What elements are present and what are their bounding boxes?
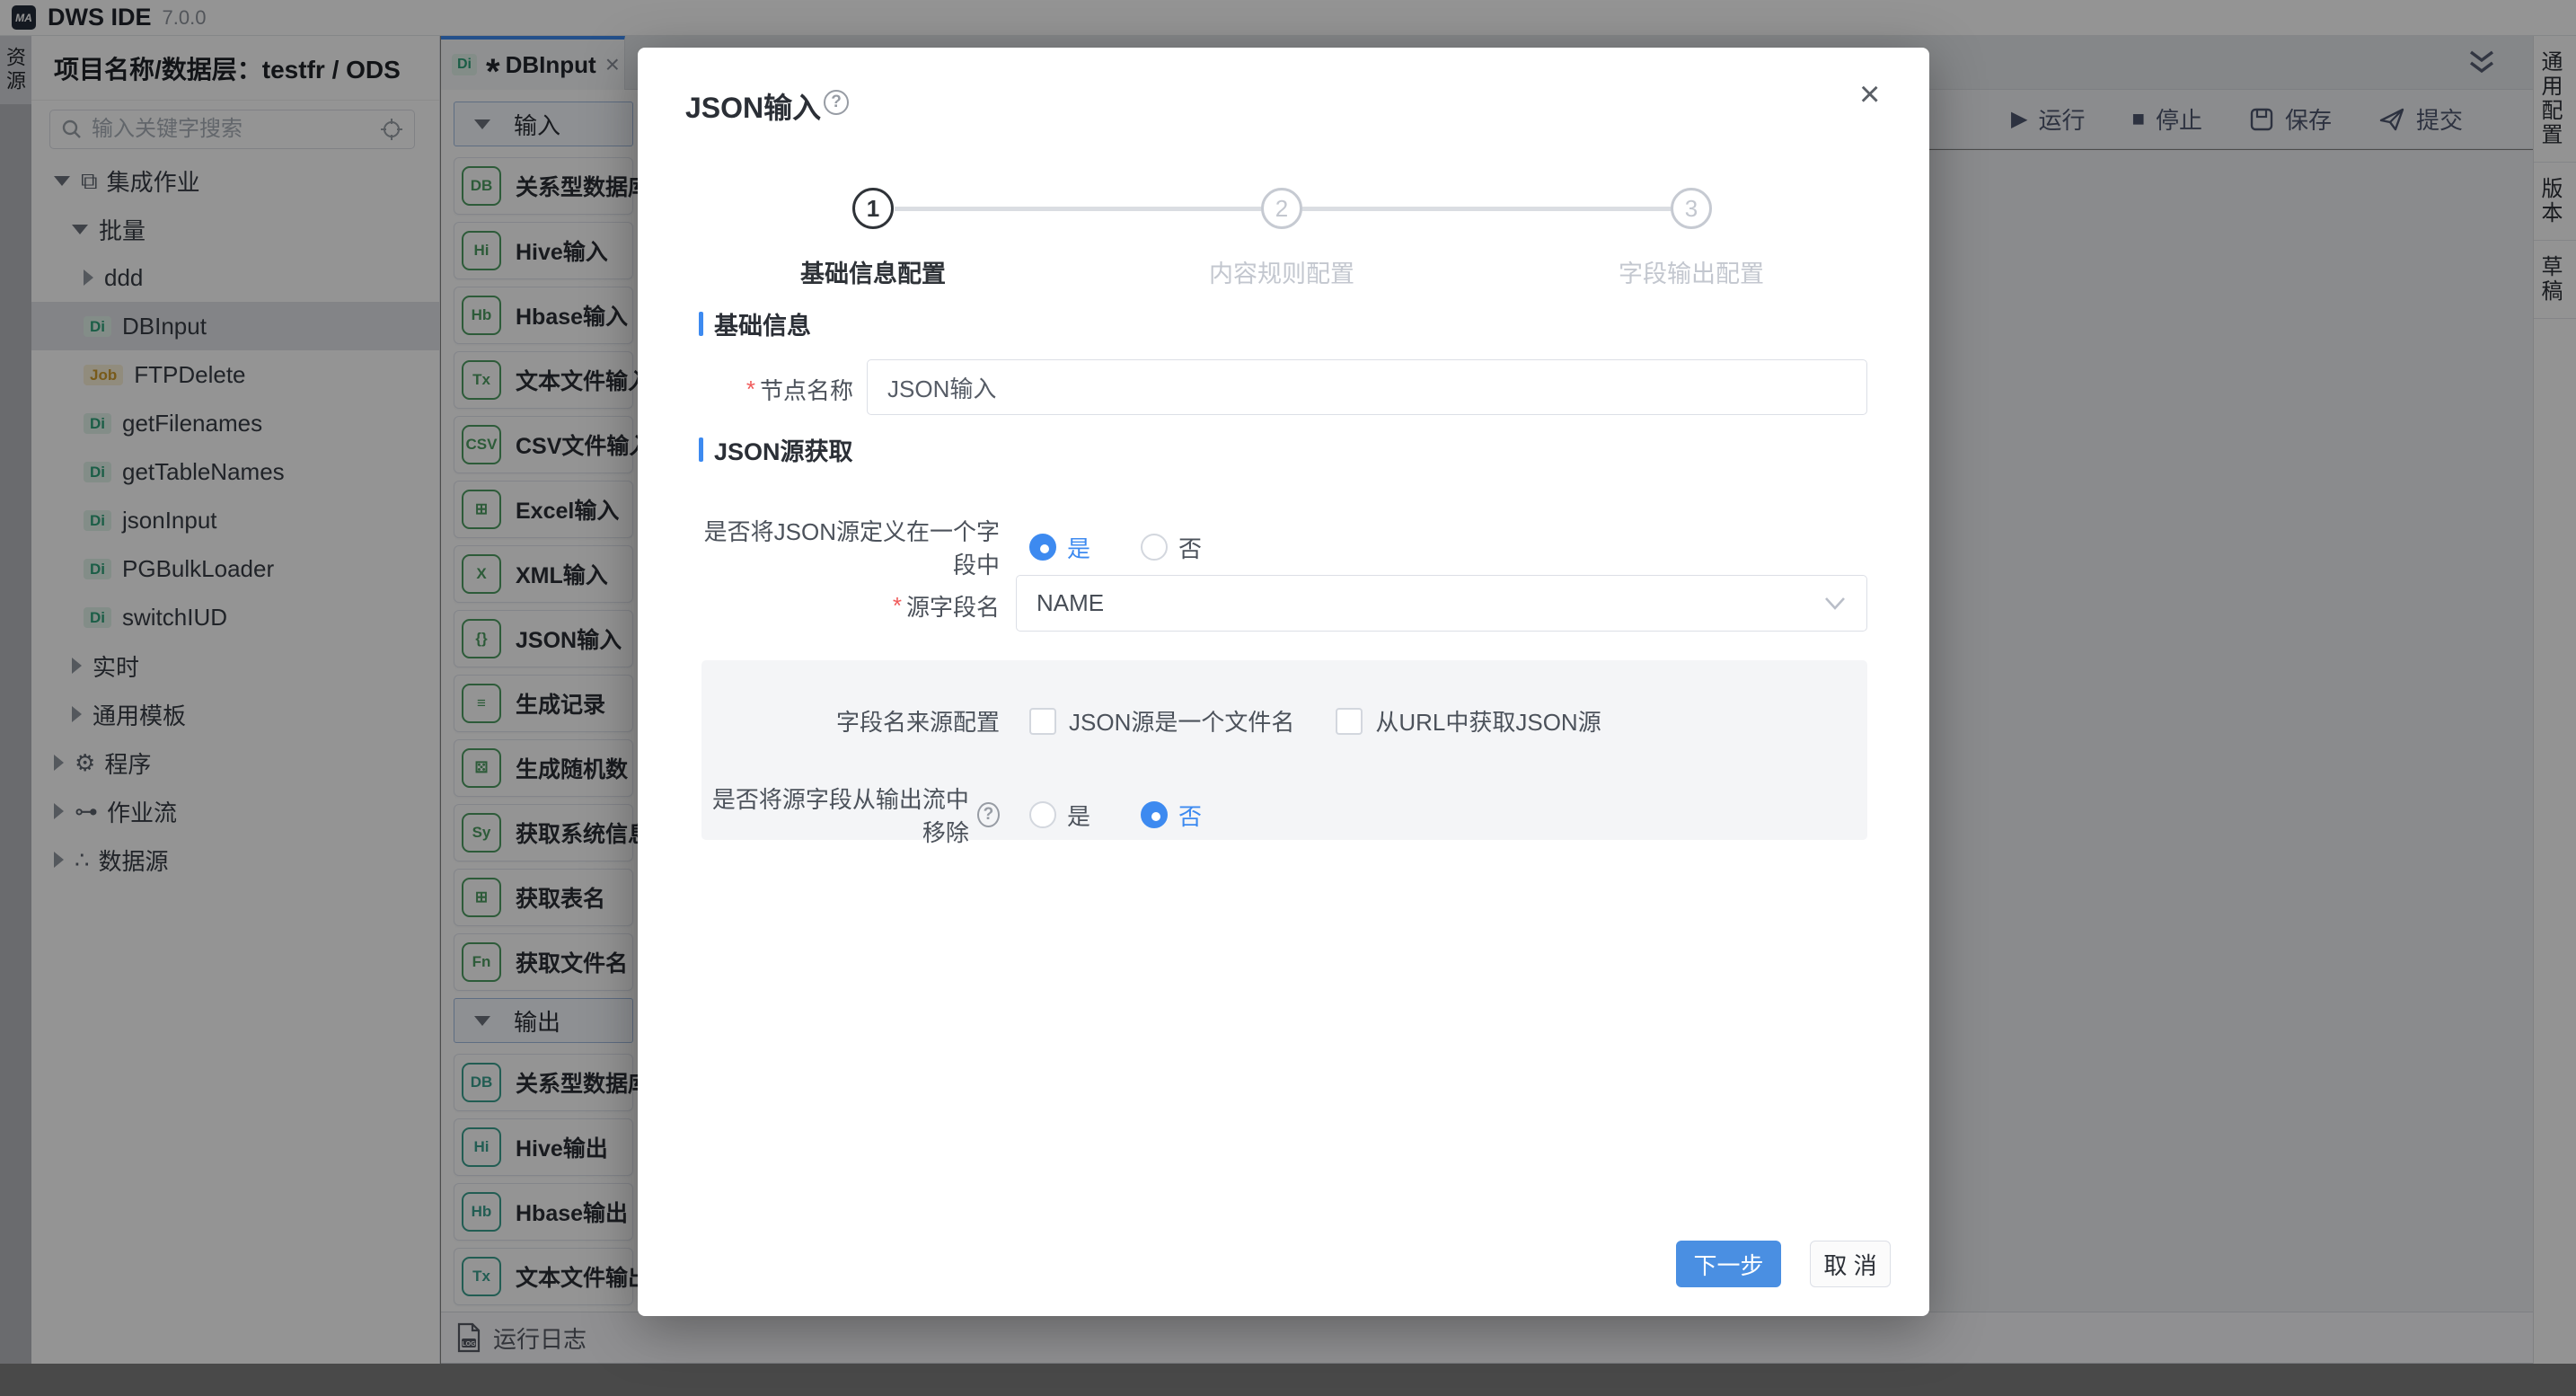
title-help-icon[interactable]: ? [824,90,849,115]
field-name-config-label: 字段名来源配置 [701,704,1000,738]
step-1: 1 基础信息配置 [738,188,1008,289]
cancel-button[interactable]: 取 消 [1810,1241,1891,1287]
node-name-label: 节点名称 [760,373,853,406]
define-in-field-radio-yes[interactable] [1029,534,1056,561]
json-from-url-checkbox[interactable] [1336,708,1363,735]
field-name-config-row: 字段名来源配置 JSON源是一个文件名 从URL中获取JSON源 [701,704,1601,738]
json-is-filename-checkbox[interactable] [1029,708,1056,735]
chevron-down-icon [1823,596,1847,612]
step-2: 2 内容规则配置 [1147,188,1416,289]
radio-yes-label[interactable]: 是 [1067,531,1090,564]
step-connector [895,207,1261,211]
remove-radio-no[interactable] [1141,801,1168,828]
define-in-field-radio-no[interactable] [1141,534,1168,561]
json-input-dialog: JSON输入 ? × 1 基础信息配置 2 内容规则配置 3 字段输出配置 基础… [638,48,1929,1316]
remove-radio-no-label[interactable]: 否 [1178,799,1202,832]
remove-source-field-label-wrap: 是否将源字段从输出流中移除 ? [701,782,1000,848]
dialog-close-icon[interactable]: × [1859,75,1880,115]
define-in-field-label: 是否将JSON源定义在一个字段中 [701,514,1000,580]
remove-source-field-label: 是否将源字段从输出流中移除 [701,782,969,848]
radio-no-label[interactable]: 否 [1178,531,1202,564]
node-name-input[interactable] [867,359,1867,415]
remove-source-field-row: 是否将源字段从输出流中移除 ? 是 否 [701,782,1202,848]
define-in-field-row: 是否将JSON源定义在一个字段中 是 否 [701,514,1202,580]
node-name-row: * 节点名称 [638,373,853,406]
source-field-select[interactable]: NAME [1016,575,1867,632]
remove-radio-yes-label[interactable]: 是 [1067,799,1090,832]
json-is-filename-label[interactable]: JSON源是一个文件名 [1069,704,1294,738]
remove-help-icon[interactable]: ? [977,802,1000,827]
source-field-value: NAME [1037,589,1823,617]
next-step-button[interactable]: 下一步 [1676,1241,1781,1287]
app-window: MA DWS IDE 7.0.0 资源 项目名称/数据层：testfr / OD… [0,0,2576,1396]
source-field-label-row: * 源字段名 [638,589,1000,623]
source-field-label: 源字段名 [906,589,1000,623]
json-source-heading: JSON源获取 [699,432,853,467]
remove-radio-yes[interactable] [1029,801,1056,828]
json-from-url-label[interactable]: 从URL中获取JSON源 [1375,704,1601,738]
dialog-title: JSON输入 [685,85,821,127]
step-3: 3 字段输出配置 [1557,188,1826,289]
basic-info-heading: 基础信息 [699,306,811,341]
step-connector [1302,207,1671,211]
